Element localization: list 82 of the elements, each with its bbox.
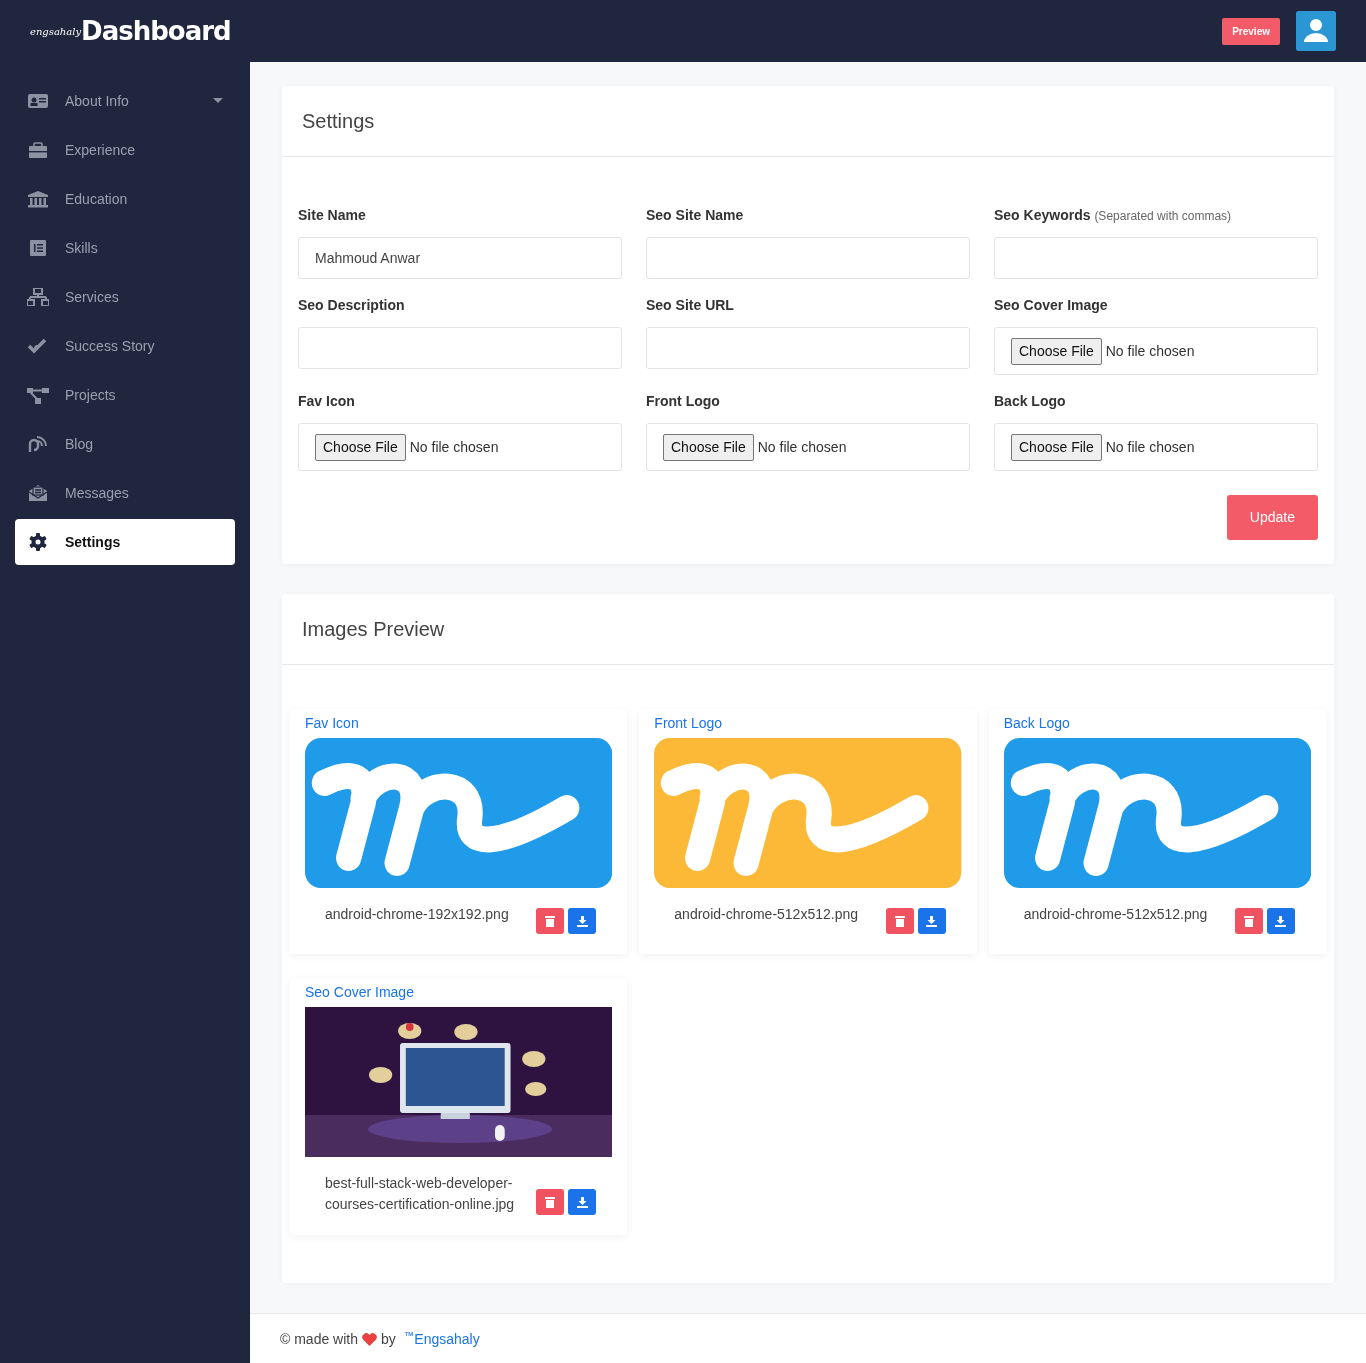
field-label: Site Name — [298, 206, 366, 225]
feed-icon — [27, 435, 49, 453]
file-status: No file chosen — [757, 437, 847, 457]
sidebar-item[interactable]: Settings — [15, 519, 235, 565]
download-button[interactable] — [917, 908, 946, 934]
input-field[interactable] — [646, 237, 970, 279]
file-status: No file chosen — [1105, 341, 1195, 361]
sidebar-item[interactable]: Messages — [15, 470, 235, 516]
trash-icon — [545, 1196, 556, 1208]
field-label: Seo Site Name — [646, 206, 744, 225]
file-name: android-chrome-192x192.png — [324, 905, 509, 924]
sidebar-item[interactable]: Education — [15, 176, 235, 222]
input-field[interactable] — [298, 327, 622, 369]
sidebar-item[interactable]: About Info — [15, 78, 235, 124]
network-icon — [27, 288, 49, 306]
file-field[interactable]: Choose File No file chosen — [646, 423, 970, 471]
gear-icon — [27, 533, 49, 551]
briefcase-icon — [27, 141, 49, 159]
logo-title: Dashboard — [81, 14, 231, 48]
field-label: Seo Site URL — [646, 296, 734, 315]
preview-button[interactable]: Preview — [1222, 17, 1280, 45]
bank-icon — [27, 190, 49, 208]
file-field[interactable]: Choose File No file chosen — [298, 423, 622, 471]
delete-button[interactable] — [885, 908, 914, 934]
delete-button[interactable] — [536, 1189, 565, 1215]
author-link[interactable]: $^{™}$Engsahaly — [403, 1329, 480, 1350]
download-icon — [1275, 915, 1287, 927]
card-title: Images Preview — [282, 594, 1334, 665]
download-button[interactable] — [568, 1189, 597, 1215]
sidebar-item[interactable]: Success Story — [15, 323, 235, 369]
logo-script-text: engsahaly — [30, 25, 82, 37]
field-label: Seo Cover Image — [994, 296, 1108, 315]
download-button[interactable] — [568, 908, 597, 934]
image-label: Fav Icon — [305, 714, 359, 733]
input-field[interactable] — [994, 237, 1318, 279]
file-name: best-full-stack-web-developer-courses-certification-online.jpg — [324, 1174, 516, 1214]
field-label: Fav Icon — [298, 392, 355, 411]
download-button[interactable] — [1267, 908, 1295, 934]
field-label: Seo Keywords — [994, 206, 1091, 225]
sidebar-item[interactable]: Projects — [15, 372, 235, 418]
field-label: Back Logo — [994, 392, 1066, 411]
file-field[interactable]: Choose File No file chosen — [994, 327, 1318, 375]
caret-icon — [213, 98, 223, 104]
footer-text: © made with — [280, 1330, 358, 1349]
sidebar-item[interactable]: Skills — [15, 225, 235, 271]
delete-button[interactable] — [536, 908, 565, 934]
field-label: Seo Description — [298, 296, 405, 315]
footer-text: by — [381, 1330, 396, 1349]
image-label: Seo Cover Image — [305, 983, 414, 1002]
choose-file-button[interactable]: Choose File — [663, 433, 754, 461]
download-icon — [926, 915, 938, 927]
download-icon — [576, 915, 588, 927]
image-label: Front Logo — [654, 714, 723, 733]
download-icon — [576, 1196, 588, 1208]
user-avatar-icon[interactable] — [1296, 11, 1336, 51]
file-field[interactable]: Choose File No file chosen — [994, 423, 1318, 471]
sidebar-item[interactable]: Experience — [15, 127, 235, 173]
field-hint: (Separated with commas) — [1094, 209, 1232, 223]
input-field[interactable] — [646, 327, 970, 369]
file-name: android-chrome-512x512.png — [673, 905, 858, 924]
choose-file-button[interactable]: Choose File — [1011, 337, 1102, 365]
sidebar-item[interactable]: Services — [15, 274, 235, 320]
file-name: android-chrome-512x512.png — [1022, 905, 1208, 924]
trash-icon — [545, 915, 556, 927]
diagram-icon — [27, 386, 49, 404]
image-label: Back Logo — [1003, 714, 1070, 733]
update-button[interactable]: Update — [1226, 495, 1318, 540]
card-title: Settings — [282, 86, 1334, 157]
heart-icon — [362, 1333, 377, 1346]
file-status: No file chosen — [1105, 437, 1195, 457]
delete-button[interactable] — [1235, 908, 1263, 934]
trash-icon — [1244, 915, 1254, 927]
sidebar-item[interactable]: Blog — [15, 421, 235, 467]
envelope-icon — [27, 484, 49, 502]
id-card-icon — [27, 92, 49, 110]
file-status: No file chosen — [409, 437, 499, 457]
list-icon — [27, 239, 49, 257]
field-label: Front Logo — [646, 392, 720, 411]
trash-icon — [894, 915, 905, 927]
choose-file-button[interactable]: Choose File — [1011, 433, 1102, 461]
input-field[interactable]: Mahmoud Anwar — [298, 237, 622, 279]
choose-file-button[interactable]: Choose File — [315, 433, 406, 461]
